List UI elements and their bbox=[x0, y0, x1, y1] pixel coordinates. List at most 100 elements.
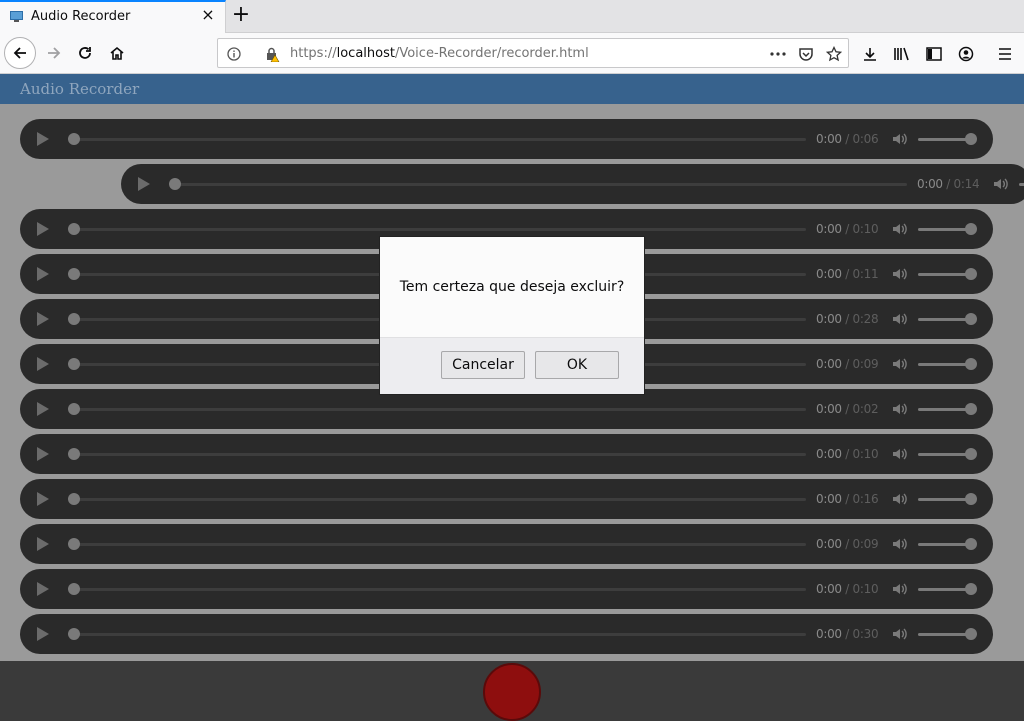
volume-icon[interactable] bbox=[992, 176, 1008, 192]
reload-icon[interactable] bbox=[71, 39, 99, 67]
progress-track[interactable] bbox=[74, 543, 806, 546]
audio-player[interactable]: 0:00 / 0:10 bbox=[20, 569, 993, 609]
volume-icon[interactable] bbox=[891, 266, 907, 282]
audio-player[interactable]: 0:00 / 0:14 bbox=[121, 164, 1024, 204]
tab-audio-recorder[interactable]: Audio Recorder × bbox=[0, 0, 226, 34]
ok-button[interactable]: OK bbox=[535, 351, 619, 379]
download-icon[interactable] bbox=[859, 43, 881, 65]
volume-slider[interactable] bbox=[918, 363, 970, 366]
volume-icon[interactable] bbox=[891, 401, 907, 417]
sidebar-icon[interactable] bbox=[923, 43, 945, 65]
volume-slider[interactable] bbox=[918, 228, 970, 231]
audio-player[interactable]: 0:00 / 0:16 bbox=[20, 479, 993, 519]
play-icon[interactable] bbox=[37, 357, 49, 371]
volume-icon[interactable] bbox=[891, 491, 907, 507]
play-icon[interactable] bbox=[37, 447, 49, 461]
volume-handle[interactable] bbox=[965, 313, 977, 325]
cancel-button[interactable]: Cancelar bbox=[441, 351, 525, 379]
volume-handle[interactable] bbox=[965, 133, 977, 145]
audio-player[interactable]: 0:00 / 0:30 bbox=[20, 614, 993, 654]
new-tab-icon[interactable]: + bbox=[230, 4, 252, 26]
progress-handle[interactable] bbox=[68, 583, 80, 595]
progress-track[interactable] bbox=[74, 498, 806, 501]
progress-handle[interactable] bbox=[68, 313, 80, 325]
progress-handle[interactable] bbox=[68, 628, 80, 640]
volume-handle[interactable] bbox=[965, 268, 977, 280]
volume-handle[interactable] bbox=[965, 538, 977, 550]
progress-track[interactable] bbox=[74, 633, 806, 636]
volume-handle[interactable] bbox=[965, 223, 977, 235]
progress-handle[interactable] bbox=[68, 448, 80, 460]
play-icon[interactable] bbox=[37, 267, 49, 281]
back-icon[interactable] bbox=[4, 37, 36, 69]
audio-player[interactable]: 0:00 / 0:10 bbox=[20, 434, 993, 474]
play-icon[interactable] bbox=[37, 537, 49, 551]
volume-handle[interactable] bbox=[965, 493, 977, 505]
progress-track[interactable] bbox=[74, 228, 806, 231]
current-time: 0:00 bbox=[816, 447, 842, 461]
play-icon[interactable] bbox=[37, 222, 49, 236]
tab-title: Audio Recorder bbox=[31, 9, 131, 24]
volume-slider[interactable] bbox=[918, 633, 970, 636]
progress-track[interactable] bbox=[74, 138, 806, 141]
volume-icon[interactable] bbox=[891, 221, 907, 237]
forward-icon[interactable] bbox=[40, 39, 68, 67]
menu-icon[interactable] bbox=[994, 43, 1016, 65]
progress-handle[interactable] bbox=[68, 223, 80, 235]
volume-slider[interactable] bbox=[918, 138, 970, 141]
volume-handle[interactable] bbox=[965, 403, 977, 415]
progress-handle[interactable] bbox=[68, 538, 80, 550]
info-icon[interactable] bbox=[225, 45, 243, 63]
volume-icon[interactable] bbox=[891, 626, 907, 642]
close-icon[interactable]: × bbox=[200, 7, 216, 23]
pocket-icon[interactable] bbox=[797, 45, 815, 63]
progress-handle[interactable] bbox=[68, 268, 80, 280]
volume-icon[interactable] bbox=[891, 131, 907, 147]
volume-handle[interactable] bbox=[965, 628, 977, 640]
record-button[interactable] bbox=[483, 663, 541, 721]
volume-slider[interactable] bbox=[918, 543, 970, 546]
progress-track[interactable] bbox=[74, 408, 806, 411]
play-icon[interactable] bbox=[37, 627, 49, 641]
play-icon[interactable] bbox=[37, 492, 49, 506]
progress-track[interactable] bbox=[175, 183, 907, 186]
volume-handle[interactable] bbox=[965, 358, 977, 370]
more-icon[interactable] bbox=[769, 45, 787, 63]
progress-handle[interactable] bbox=[68, 133, 80, 145]
volume-icon[interactable] bbox=[891, 311, 907, 327]
volume-slider[interactable] bbox=[918, 273, 970, 276]
volume-slider[interactable] bbox=[1019, 183, 1024, 186]
progress-track[interactable] bbox=[74, 588, 806, 591]
volume-slider[interactable] bbox=[918, 408, 970, 411]
volume-icon[interactable] bbox=[891, 356, 907, 372]
progress-handle[interactable] bbox=[68, 358, 80, 370]
play-icon[interactable] bbox=[37, 582, 49, 596]
audio-player[interactable]: 0:00 / 0:06 bbox=[20, 119, 993, 159]
insecure-lock-icon[interactable] bbox=[264, 45, 282, 63]
progress-handle[interactable] bbox=[68, 403, 80, 415]
audio-player[interactable]: 0:00 / 0:09 bbox=[20, 524, 993, 564]
home-icon[interactable] bbox=[103, 39, 131, 67]
volume-icon[interactable] bbox=[891, 446, 907, 462]
volume-slider[interactable] bbox=[918, 318, 970, 321]
volume-icon[interactable] bbox=[891, 581, 907, 597]
bookmark-star-icon[interactable] bbox=[825, 45, 843, 63]
volume-slider[interactable] bbox=[918, 498, 970, 501]
volume-slider[interactable] bbox=[918, 588, 970, 591]
play-icon[interactable] bbox=[37, 402, 49, 416]
library-icon[interactable] bbox=[891, 43, 913, 65]
account-icon[interactable] bbox=[955, 43, 977, 65]
url-text[interactable]: https://localhost/Voice-Recorder/recorde… bbox=[290, 46, 589, 61]
progress-handle[interactable] bbox=[169, 178, 181, 190]
volume-handle[interactable] bbox=[965, 583, 977, 595]
url-bar[interactable]: https://localhost/Voice-Recorder/recorde… bbox=[217, 38, 849, 68]
volume-slider[interactable] bbox=[918, 453, 970, 456]
play-icon[interactable] bbox=[138, 177, 150, 191]
volume-handle[interactable] bbox=[965, 448, 977, 460]
progress-handle[interactable] bbox=[68, 493, 80, 505]
audio-player[interactable]: 0:00 / 0:02 bbox=[20, 389, 993, 429]
play-icon[interactable] bbox=[37, 312, 49, 326]
progress-track[interactable] bbox=[74, 453, 806, 456]
volume-icon[interactable] bbox=[891, 536, 907, 552]
play-icon[interactable] bbox=[37, 132, 49, 146]
